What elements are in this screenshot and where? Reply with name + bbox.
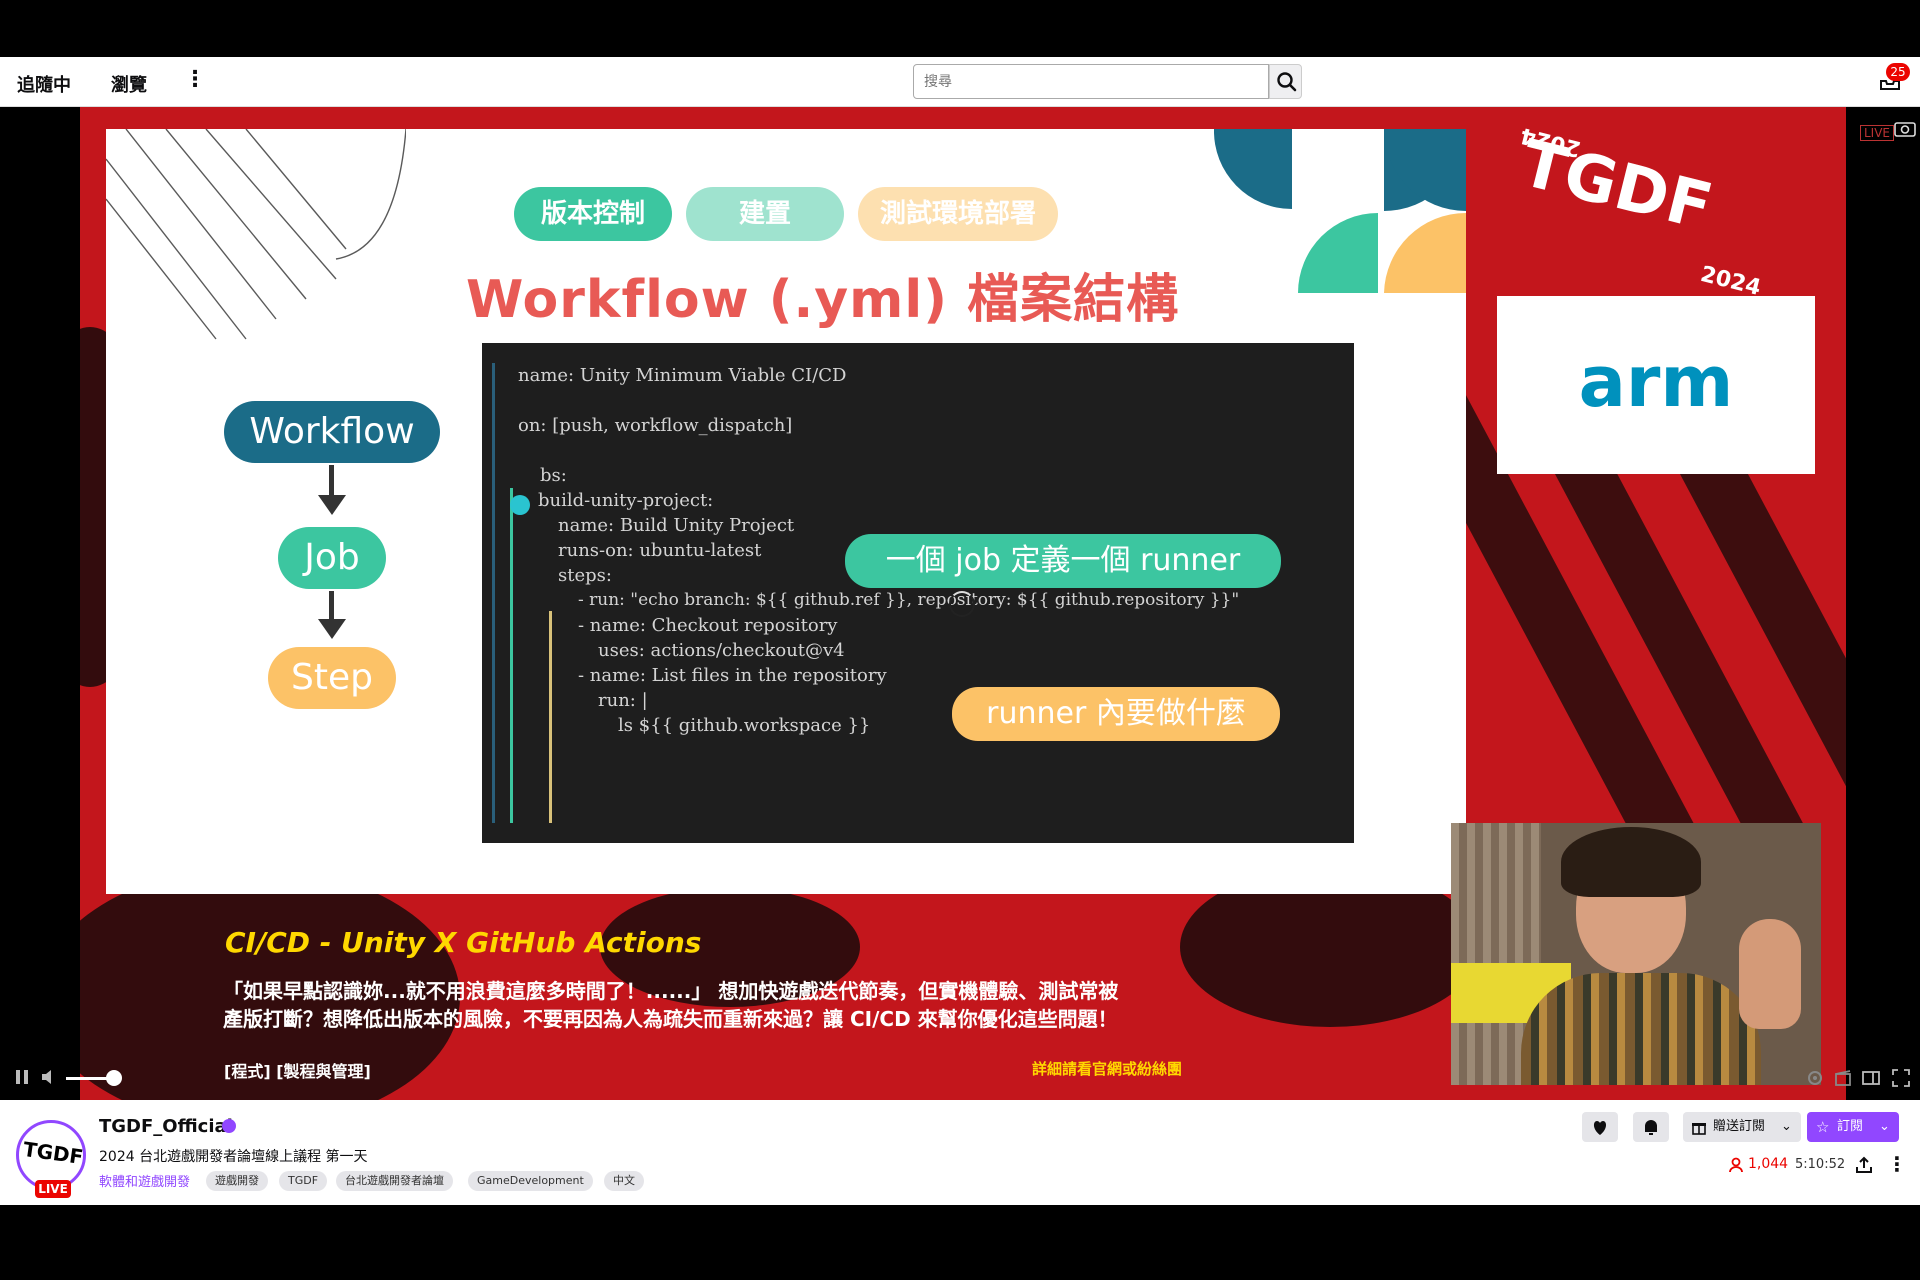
viewer-count: 1,044 — [1748, 1156, 1789, 1172]
code-line: uses: actions/checkout@v4 — [598, 640, 845, 661]
notification-bell-button[interactable] — [1633, 1112, 1669, 1142]
code-line: runs-on: ubuntu-latest — [558, 540, 762, 561]
pill-version-control: 版本控制 — [514, 187, 672, 241]
nav-following[interactable]: 追隨中 — [17, 71, 71, 97]
theatre-mode-icon[interactable] — [1862, 1069, 1880, 1087]
more-menu-icon[interactable]: ⋮ — [184, 67, 206, 92]
search-input[interactable] — [913, 64, 1269, 99]
sponsor-logo: arm — [1578, 341, 1734, 423]
chevron-down-icon: ⌄ — [1879, 1119, 1890, 1134]
indent-guide — [510, 488, 513, 823]
session-category: [程式] [製程與管理] — [224, 1062, 371, 1081]
heart-icon — [1593, 1121, 1607, 1135]
flow-node-workflow: Workflow — [224, 401, 440, 463]
webcam-person-body — [1521, 973, 1761, 1085]
code-line: - name: Checkout repository — [578, 615, 838, 636]
chevron-down-icon: ⌄ — [1781, 1119, 1792, 1134]
flow-arrowhead — [318, 495, 346, 515]
stream-category-link[interactable]: 軟體和遊戲開發 — [99, 1171, 190, 1190]
settings-gear-icon[interactable] — [1806, 1069, 1824, 1087]
fullscreen-icon[interactable] — [1892, 1069, 1910, 1087]
gift-sub-label: 贈送訂閱 — [1713, 1119, 1766, 1134]
code-line: on: [push, workflow_dispatch] — [518, 415, 793, 436]
slide-decoration-lines — [106, 129, 406, 340]
code-line: bs: — [540, 465, 567, 486]
slide-corner-shapes — [1214, 129, 1466, 293]
subscribe-button[interactable]: ☆ 訂閱 ⌄ — [1807, 1112, 1899, 1142]
session-description-line: 「如果早點認識妳...就不用浪費這麼多時間了！......」 想加快遊戲迭代節奏… — [223, 979, 1119, 1003]
channel-avatar-logo: TGDF — [21, 1136, 85, 1170]
pill-build: 建置 — [686, 187, 844, 241]
channel-info-bar: TGDF LIVE TGDF_Official 2024 台北遊戲開發者論壇線上… — [0, 1100, 1920, 1205]
subscribe-label: 訂閱 — [1837, 1119, 1864, 1134]
camera-icon[interactable] — [1894, 119, 1916, 137]
flow-node-job: Job — [278, 527, 386, 589]
code-line: name: Build Unity Project — [558, 515, 795, 536]
code-line: build-unity-project: — [538, 490, 714, 511]
video-player[interactable]: 版本控制 建置 測試環境部署 Workflow (.yml) 檔案結構 Work… — [0, 107, 1920, 1100]
pause-icon[interactable] — [14, 1068, 30, 1086]
stream-uptime: 5:10:52 — [1795, 1157, 1846, 1172]
webcam-person-hair — [1561, 827, 1701, 897]
share-icon[interactable] — [1855, 1156, 1873, 1174]
session-description: 「如果早點認識妳...就不用浪費這麼多時間了！......」 想加快遊戲迭代節奏… — [223, 977, 1223, 1033]
search-button[interactable] — [1269, 64, 1302, 99]
slide-title: Workflow (.yml) 檔案結構 — [466, 270, 1180, 330]
notification-badge: 25 — [1886, 63, 1910, 81]
bubble-runner-steps: runner 內要做什麼 — [952, 687, 1280, 741]
gift-icon — [1692, 1123, 1706, 1135]
stream-title: 2024 台北遊戲開發者論壇線上議程 第一天 — [99, 1149, 368, 1165]
verified-check-icon — [222, 1119, 236, 1133]
star-icon: ☆ — [1816, 1118, 1830, 1136]
code-line: - name: List files in the repository — [578, 665, 887, 686]
channel-name[interactable]: TGDF_Official — [99, 1116, 233, 1137]
session-description-line: 產版打斷？想降低出版本的風險，不要再因為人為疏失而重新來過？讓 CI/CD 來幫… — [223, 1007, 1118, 1031]
bell-icon — [1645, 1120, 1657, 1135]
flow-node-step: Step — [268, 647, 396, 709]
loading-spinner-icon — [949, 591, 975, 617]
session-title: CI/CD - Unity X GitHub Actions — [225, 926, 702, 959]
live-indicator: LIVE — [1860, 125, 1895, 141]
bottom-black-bar — [0, 1205, 1920, 1280]
viewer-person-icon — [1729, 1157, 1743, 1173]
pill-test-deploy: 測試環境部署 — [858, 187, 1058, 241]
volume-slider-handle[interactable] — [106, 1070, 122, 1086]
code-block: name: Unity Minimum Viable CI/CD on: [pu… — [482, 343, 1354, 843]
live-badge: LIVE — [35, 1180, 71, 1198]
code-line: run: | — [598, 690, 648, 711]
volume-icon[interactable] — [40, 1068, 58, 1086]
sponsor-logo-box: arm — [1497, 296, 1815, 474]
code-line: name: Unity Minimum Viable CI/CD — [518, 365, 847, 386]
clip-icon[interactable] — [1834, 1069, 1852, 1087]
more-options-icon[interactable]: ⋮ — [1887, 1152, 1907, 1176]
tag-pill[interactable]: 中文 — [604, 1171, 644, 1191]
follow-heart-button[interactable] — [1582, 1112, 1618, 1142]
flow-arrow — [329, 465, 334, 499]
nav-browse[interactable]: 瀏覽 — [111, 71, 147, 97]
session-more-info: 詳細請看官網或紛絲團 — [1032, 1060, 1183, 1078]
top-nav: 追隨中 瀏覽 ⋮ 25 — [0, 57, 1920, 107]
indent-guide — [492, 363, 495, 823]
search-box — [913, 64, 1302, 99]
search-icon — [1277, 72, 1297, 92]
code-line: ls ${{ github.workspace }} — [618, 715, 871, 736]
top-black-bar — [0, 0, 1920, 57]
flow-arrowhead — [318, 619, 346, 639]
tag-pill[interactable]: 遊戲開發 — [206, 1171, 268, 1191]
code-line: steps: — [558, 565, 612, 586]
webcam-feed — [1451, 823, 1821, 1085]
presentation-slide: 版本控制 建置 測試環境部署 Workflow (.yml) 檔案結構 Work… — [106, 129, 1466, 894]
tag-pill[interactable]: 台北遊戲開發者論壇 — [336, 1171, 453, 1191]
flow-arrow — [329, 591, 334, 621]
tag-pill[interactable]: GameDevelopment — [468, 1171, 593, 1191]
bubble-job-runner: 一個 job 定義一個 runner — [845, 534, 1281, 588]
code-line: - run: "echo branch: ${{ github.ref }}, … — [578, 590, 1240, 610]
tag-pill[interactable]: TGDF — [279, 1171, 328, 1191]
indent-guide — [549, 611, 552, 823]
gift-sub-button[interactable]: 贈送訂閱 ⌄ — [1683, 1112, 1801, 1142]
pointer-dot — [510, 495, 530, 515]
webcam-person-hand — [1739, 919, 1801, 1029]
